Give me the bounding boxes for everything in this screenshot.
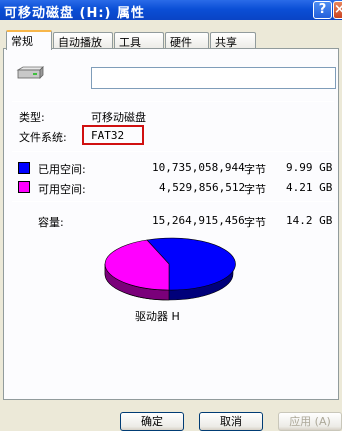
window-title: 可移动磁盘 (H:) 属性 [4,6,146,21]
used-space-label: 已用空间: [38,163,86,176]
disk-usage-pie [104,237,236,301]
close-button[interactable]: × [333,1,342,19]
file-system-highlight [82,125,144,145]
used-space-size: 9.99 GB [286,161,333,174]
file-system-label: 文件系统: [19,131,67,144]
free-space-size: 4.21 GB [286,181,333,194]
tab-general[interactable]: 常规 [6,30,52,50]
cancel-button[interactable]: 取消 [199,412,263,431]
free-space-bytes: 4,529,856,512 [159,181,246,194]
tab-tools[interactable]: 工具 [114,32,164,49]
capacity-size: 14.2 GB [286,214,333,227]
separator-bottom [12,201,334,202]
tab-hardware[interactable]: 硬件 [165,32,209,49]
title-bar: 可移动磁盘 (H:) 属性 ? × [0,0,342,21]
used-space-bytes: 10,735,058,944 [152,161,245,174]
ok-button[interactable]: 确定 [120,412,184,431]
capacity-label: 容量: [38,216,64,229]
capacity-bytes: 15,264,915,456 [152,214,245,227]
help-button[interactable]: ? [313,1,332,19]
used-space-swatch [18,162,30,174]
tab-sharing[interactable]: 共享 [210,32,256,49]
volume-name-input[interactable] [91,67,336,89]
capacity-unit: 字节 [244,216,266,229]
separator-middle [12,151,334,152]
free-space-swatch [18,181,30,193]
used-space-unit: 字节 [244,163,266,176]
type-value: 可移动磁盘 [91,111,146,124]
removable-drive-icon [16,66,44,79]
apply-button[interactable]: 应用 (A) [278,412,342,431]
tab-autoplay[interactable]: 自动播放 [53,32,113,49]
free-space-label: 可用空间: [38,183,86,196]
type-label: 类型: [19,111,45,124]
free-space-unit: 字节 [244,183,266,196]
drive-letter-label: 驱动器 H [135,310,180,323]
separator-top [12,101,334,102]
